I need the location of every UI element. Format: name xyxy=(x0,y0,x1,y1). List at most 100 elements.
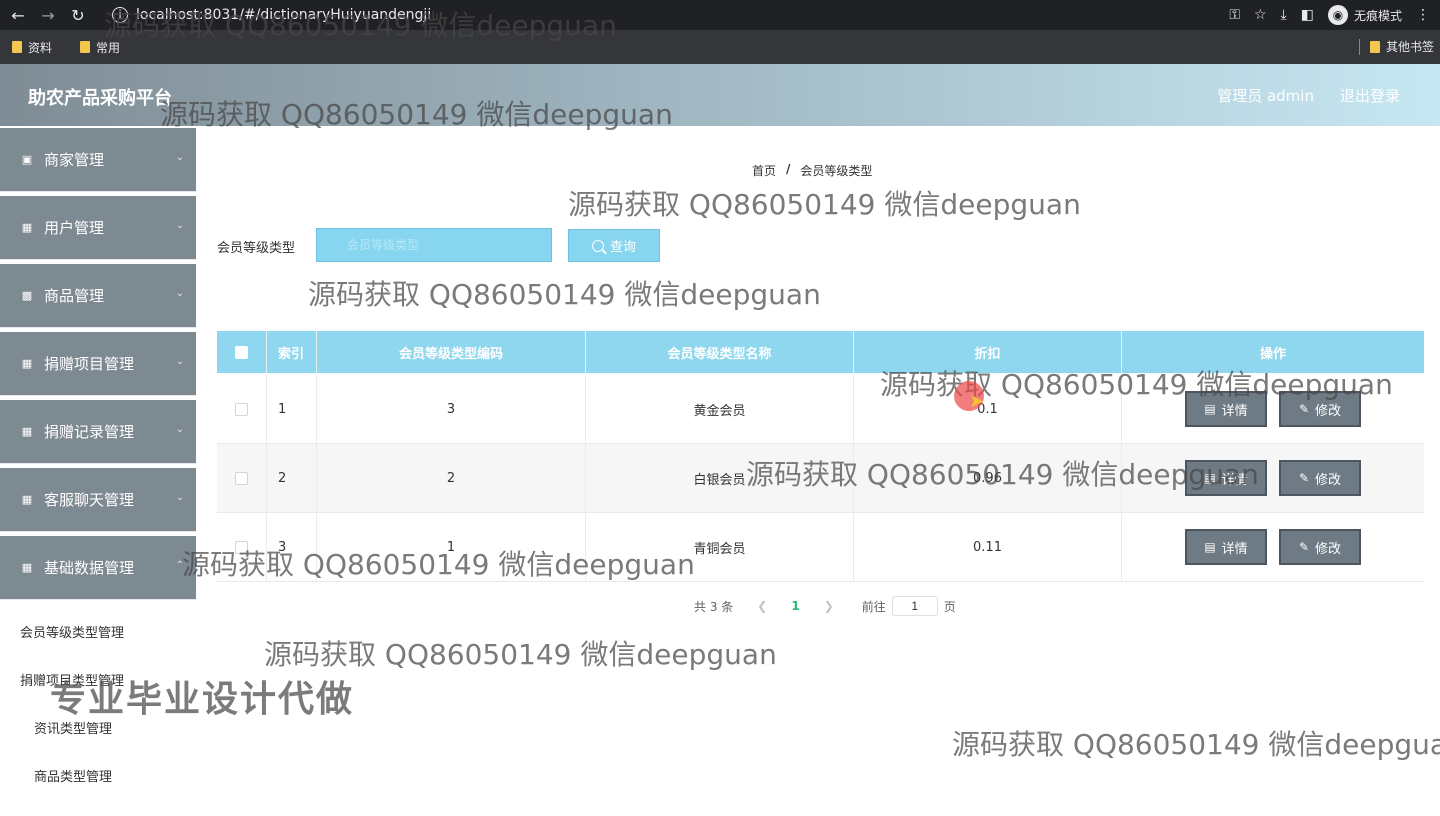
sidebar-item-base-data[interactable]: ▦ 基础数据管理 ⌃ xyxy=(0,536,196,600)
sidebar-item-service-chat[interactable]: ▦ 客服聊天管理 ⌄ xyxy=(0,468,196,532)
search-icon xyxy=(591,239,604,252)
back-icon[interactable]: ← xyxy=(6,3,30,27)
prev-page-icon[interactable]: ❮ xyxy=(757,599,767,613)
breadcrumb-current: 会员等级类型 xyxy=(800,164,873,178)
sidebar-item-label: 捐赠记录管理 xyxy=(44,423,135,441)
edit-button[interactable]: ✎ 修改 xyxy=(1279,460,1361,496)
edit-button[interactable]: ✎ 修改 xyxy=(1279,529,1361,565)
watermark-text: 源码获取 QQ86050149 微信deepguan xyxy=(160,98,673,131)
promo-overlay-text: 专业毕业设计代做 xyxy=(50,679,355,720)
goto-label: 前往 xyxy=(861,599,886,614)
row-checkbox[interactable] xyxy=(235,471,248,485)
watermark-text: 源码获取 QQ86050149 微信deepguan xyxy=(952,728,1440,761)
search-input[interactable] xyxy=(316,228,552,262)
search-label: 会员等级类型 xyxy=(217,241,296,256)
sidebar-item-label: 客服聊天管理 xyxy=(44,491,135,509)
other-bookmarks-label: 其他书签 xyxy=(1385,40,1434,54)
sidebar-item-merchants[interactable]: ▣ 商家管理 ⌄ xyxy=(0,128,196,192)
page-unit-label: 页 xyxy=(943,599,956,614)
incognito-badge[interactable]: ◉ 无痕模式 xyxy=(1327,5,1402,25)
chevron-down-icon: ⌄ xyxy=(175,424,184,435)
column-header-index: 索引 xyxy=(267,331,317,373)
detail-label: 详情 xyxy=(1221,541,1248,557)
app-title: 助农产品采购平台 xyxy=(28,88,172,109)
edit-label: 修改 xyxy=(1315,472,1342,488)
chevron-down-icon: ⌄ xyxy=(175,288,184,299)
cursor-icon: ➤ xyxy=(969,391,985,412)
watermark-text: 源码获取 QQ86050149 微信deepguan xyxy=(182,548,695,581)
folder-icon xyxy=(1369,40,1380,53)
clipboard-icon: ▩ xyxy=(21,289,33,302)
column-header-name: 会员等级类型名称 xyxy=(586,331,854,373)
goto-page-input[interactable] xyxy=(891,596,938,616)
breadcrumb-home[interactable]: 首页 xyxy=(752,162,776,179)
document-icon: ▤ xyxy=(1204,540,1216,554)
incognito-icon: ◉ xyxy=(1327,5,1348,25)
sidebar-item-donation-records[interactable]: ▦ 捐赠记录管理 ⌄ xyxy=(0,400,196,464)
cell-name: 黄金会员 xyxy=(586,375,854,443)
sidebar-item-label: 商家管理 xyxy=(44,151,105,169)
search-button-label: 查询 xyxy=(609,240,636,255)
sidebar-item-users[interactable]: ▦ 用户管理 ⌄ xyxy=(0,196,196,260)
star-icon[interactable]: ☆ xyxy=(1254,7,1267,23)
sidebar-item-label: 捐赠项目管理 xyxy=(44,355,135,373)
cell-code: 3 xyxy=(317,375,586,443)
next-page-icon[interactable]: ❯ xyxy=(824,599,834,613)
breadcrumb-separator: / xyxy=(786,162,791,176)
grid-icon: ▦ xyxy=(21,221,33,234)
reload-icon[interactable]: ↻ xyxy=(66,3,90,27)
folder-icon xyxy=(12,41,22,53)
cell-actions: ▤ 详情 ✎ 修改 xyxy=(1122,513,1424,581)
briefcase-icon: ▣ xyxy=(21,153,33,166)
other-bookmarks[interactable]: 其他书签 xyxy=(1369,38,1434,55)
grid-icon: ▦ xyxy=(21,561,33,574)
sidepanel-icon[interactable]: ◧ xyxy=(1301,7,1314,23)
folder-icon xyxy=(80,41,91,53)
key-icon[interactable]: ⚿ xyxy=(1229,7,1240,23)
cell-discount: 0.11 xyxy=(854,513,1122,581)
watermark-text: 源码获取 QQ86050149 微信deepguan xyxy=(746,458,1259,491)
logout-link[interactable]: 退出登录 xyxy=(1340,85,1400,106)
row-select-cell xyxy=(217,444,267,512)
row-checkbox[interactable] xyxy=(235,402,248,416)
pagination-goto: 前往 页 xyxy=(862,596,956,616)
chevron-down-icon: ⌄ xyxy=(175,492,184,503)
current-user: 管理员 admin xyxy=(1217,87,1314,105)
submenu-member-level-types[interactable]: 会员等级类型管理 xyxy=(20,622,124,641)
bookmark-folder[interactable]: 资料 xyxy=(12,39,52,56)
grid-icon: ▦ xyxy=(21,493,33,506)
download-icon[interactable]: ⤓ xyxy=(1281,7,1287,23)
sidebar-item-label: 商品管理 xyxy=(44,287,105,305)
watermark-text: 源码获取 QQ86050149 微信deepguan xyxy=(568,188,1081,221)
detail-button[interactable]: ▤ 详情 xyxy=(1185,529,1267,565)
sidebar-item-label: 基础数据管理 xyxy=(44,559,135,577)
sidebar-item-label: 用户管理 xyxy=(44,219,105,237)
chevron-down-icon: ⌄ xyxy=(175,220,184,231)
cell-index: 1 xyxy=(267,375,317,443)
submenu-product-types[interactable]: 商品类型管理 xyxy=(34,766,112,785)
bookmark-separator xyxy=(1358,38,1360,55)
grid-icon: ▦ xyxy=(21,425,33,438)
incognito-label: 无痕模式 xyxy=(1353,8,1402,23)
select-all-cell xyxy=(217,331,267,373)
menu-kebab-icon[interactable]: ⋮ xyxy=(1416,7,1430,23)
bookmark-label: 资料 xyxy=(28,40,53,55)
select-all-checkbox[interactable] xyxy=(235,345,248,359)
watermark-text: 源码获取 QQ86050149 微信deepguan xyxy=(264,638,777,671)
edit-label: 修改 xyxy=(1315,541,1342,557)
search-button[interactable]: 查询 xyxy=(568,229,660,262)
watermark-text: 源码获取 QQ86050149 微信deepguan xyxy=(308,278,821,311)
page-number-current[interactable]: 1 xyxy=(791,599,799,613)
grid-icon: ▦ xyxy=(21,357,33,370)
edit-icon: ✎ xyxy=(1298,471,1310,485)
breadcrumb: 首页 / 会员等级类型 xyxy=(752,162,872,179)
forward-icon[interactable]: → xyxy=(36,3,60,27)
column-header-code: 会员等级类型编码 xyxy=(317,331,586,373)
document-icon: ▤ xyxy=(1204,402,1216,416)
watermark-text: 源码获取 QQ86050149 微信deepguan xyxy=(104,9,617,42)
sidebar-item-products[interactable]: ▩ 商品管理 ⌄ xyxy=(0,264,196,328)
sidebar-item-donation-projects[interactable]: ▦ 捐赠项目管理 ⌄ xyxy=(0,332,196,396)
cell-index: 2 xyxy=(267,444,317,512)
cell-code: 2 xyxy=(317,444,586,512)
pagination: 共 3 条 ❮ 1 ❯ 前往 页 xyxy=(694,596,956,616)
